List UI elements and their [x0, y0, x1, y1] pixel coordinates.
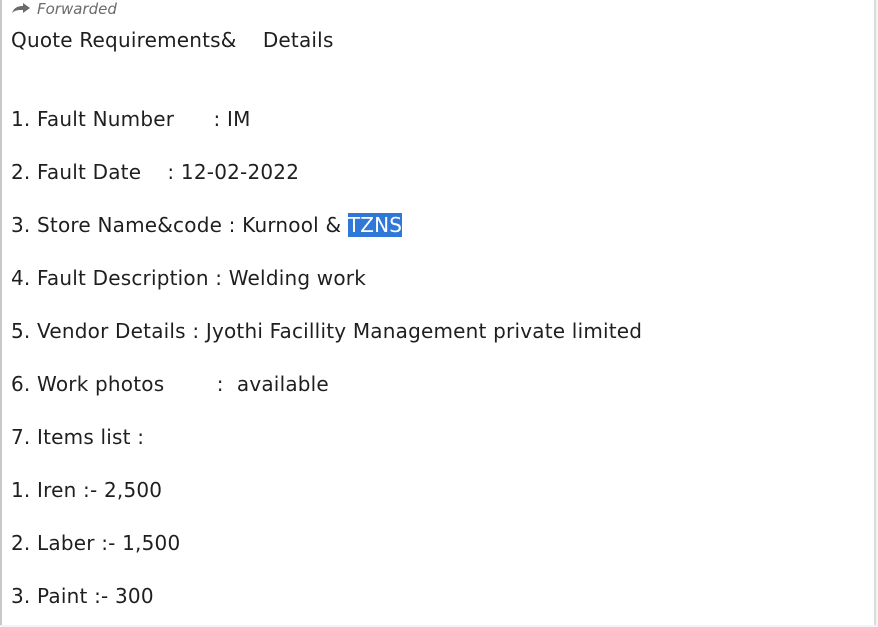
item-laber-line: 2. Laber :- 1,500 [11, 531, 181, 555]
fault-description-line: 4. Fault Description : Welding work [11, 266, 366, 290]
item-paint-line: 3. Paint :- 300 [11, 584, 154, 608]
vendor-details-line: 5. Vendor Details : Jyothi Facillity Man… [11, 319, 643, 343]
forwarded-indicator: Forwarded [11, 0, 117, 18]
message-title: Quote Requirements& Details [11, 28, 334, 52]
forwarded-label: Forwarded [37, 0, 117, 18]
item-iren-line: 1. Iren :- 2,500 [11, 478, 163, 502]
work-photos-line: 6. Work photos : available [11, 372, 329, 396]
store-name-text: 3. Store Name&code : Kurnool & [11, 213, 348, 237]
forward-arrow-icon [11, 3, 37, 14]
items-list-heading: 7. Items list : [11, 425, 145, 449]
selected-store-code[interactable]: TZNS [347, 213, 403, 237]
message-body: Forwarded Quote Requirements& Details 1.… [0, 0, 876, 625]
store-name-line: 3. Store Name&code : Kurnool & TZNS [11, 212, 403, 238]
fault-date-line: 2. Fault Date : 12-02-2022 [11, 160, 300, 184]
fault-number-line: 1. Fault Number : IM [11, 107, 251, 131]
